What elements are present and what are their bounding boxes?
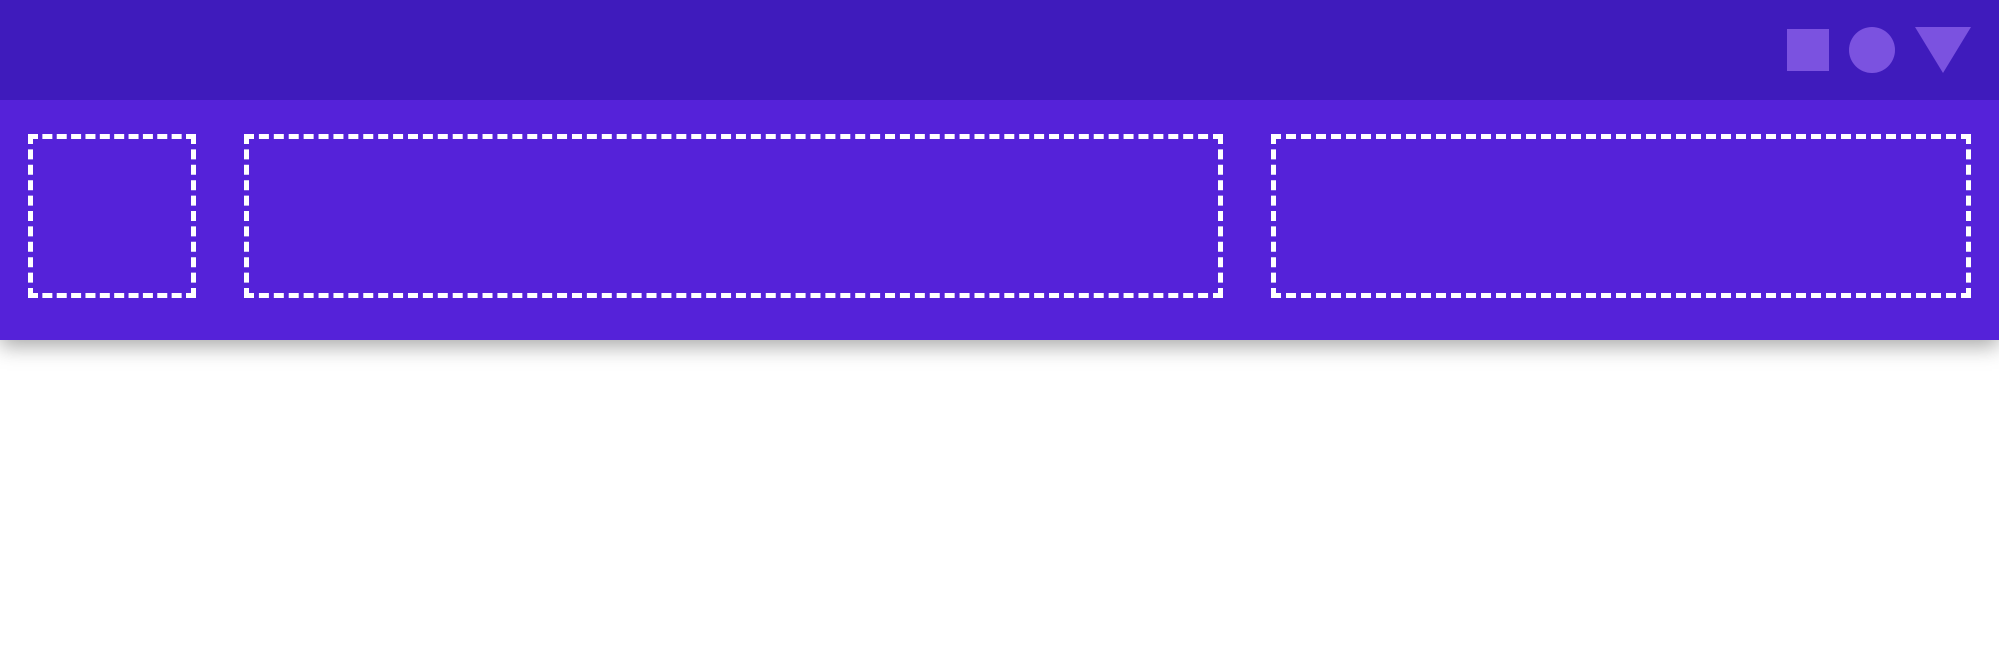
triangle-down-icon	[1915, 27, 1971, 73]
app-bar	[0, 0, 1999, 340]
circle-icon	[1849, 27, 1895, 73]
toolbar	[0, 100, 1999, 340]
action-items-slot[interactable]	[1271, 134, 1971, 298]
title-slot	[244, 134, 1223, 298]
status-bar	[0, 0, 1999, 100]
square-icon	[1787, 29, 1829, 71]
navigation-icon-slot[interactable]	[28, 134, 196, 298]
